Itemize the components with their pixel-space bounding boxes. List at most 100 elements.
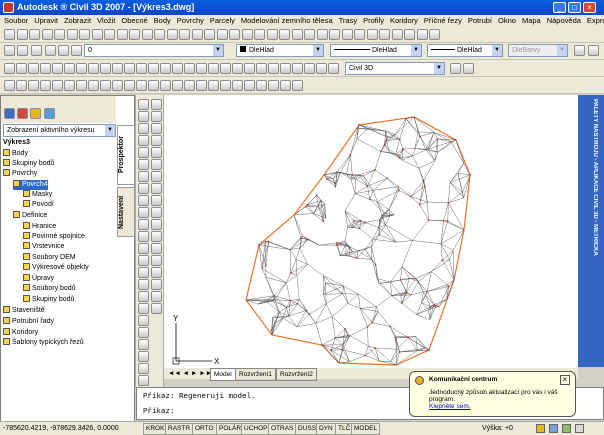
tree-item[interactable]: Výkres3: [3, 138, 30, 148]
tool-icon[interactable]: [138, 255, 149, 266]
tree-item[interactable]: Staveniště: [3, 306, 45, 316]
toolbar-icon[interactable]: [220, 63, 231, 74]
tool-icon[interactable]: [138, 339, 149, 350]
toolbar-icon[interactable]: [179, 29, 190, 40]
toolbar-icon[interactable]: [40, 80, 51, 91]
tree-item[interactable]: Povinné spojnice: [23, 232, 85, 242]
linetype-combo[interactable]: DleHlad ▼: [330, 44, 422, 57]
lineweight-combo[interactable]: DleHlad ▼: [427, 44, 503, 57]
toolbar-icon[interactable]: [4, 45, 15, 56]
tool-icon[interactable]: [138, 171, 149, 182]
menu-item[interactable]: Povrchy: [174, 15, 207, 27]
clean-screen-icon[interactable]: [575, 424, 584, 433]
tool-icon[interactable]: [151, 303, 162, 314]
tool-icon[interactable]: [138, 99, 149, 110]
toolbar-icon[interactable]: [112, 80, 123, 91]
toolbar-icon[interactable]: [28, 63, 39, 74]
tool-icon[interactable]: [138, 303, 149, 314]
menu-item[interactable]: Nápověda: [544, 15, 584, 27]
tree-item[interactable]: Potrubní řady: [3, 317, 54, 327]
toolbar-icon[interactable]: [208, 80, 219, 91]
toolbar-icon[interactable]: [292, 80, 303, 91]
toolbar-icon[interactable]: [192, 29, 203, 40]
toolbar-icon[interactable]: [160, 63, 171, 74]
menu-item[interactable]: Zobrazit: [61, 15, 94, 27]
tab-layout2[interactable]: Rozvržení2: [276, 368, 317, 381]
toolbar-icon[interactable]: [40, 63, 51, 74]
toolbar-icon[interactable]: [124, 63, 135, 74]
tab-nav-icon[interactable]: ◄◄ ◄ ► ►►: [168, 368, 212, 379]
toolbar-icon[interactable]: [100, 80, 111, 91]
toolbar-icon[interactable]: [117, 29, 128, 40]
toolbar-icon[interactable]: [52, 63, 63, 74]
tree-item[interactable]: Masky: [23, 190, 52, 200]
tool-icon[interactable]: [151, 171, 162, 182]
toolbar-icon[interactable]: [64, 63, 75, 74]
tool-icon[interactable]: [138, 279, 149, 290]
toolspace-icon[interactable]: [4, 108, 15, 119]
toolbar-icon[interactable]: [4, 29, 15, 40]
toolbar-icon[interactable]: [254, 29, 265, 40]
toolbar-icon[interactable]: [124, 80, 135, 91]
tool-icon[interactable]: [151, 111, 162, 122]
toolbar-icon[interactable]: [292, 29, 303, 40]
toolbar-icon[interactable]: [280, 80, 291, 91]
tree-item[interactable]: Povrch4: [13, 180, 48, 190]
tool-icon[interactable]: [151, 99, 162, 110]
status-toggle-button[interactable]: POLÁR: [216, 423, 245, 435]
toolbar-icon[interactable]: [71, 45, 82, 56]
toolbar-icon[interactable]: [136, 63, 147, 74]
tree-item[interactable]: Soubory DEM: [23, 253, 76, 263]
status-toggle-button[interactable]: RASTR: [165, 423, 194, 435]
toolbar-icon[interactable]: [58, 45, 69, 56]
tool-icon[interactable]: [138, 195, 149, 206]
tool-icon[interactable]: [151, 243, 162, 254]
toolbar-icon[interactable]: [88, 63, 99, 74]
toolbar-icon[interactable]: [232, 63, 243, 74]
menu-item[interactable]: Mapa: [519, 15, 544, 27]
tool-icon[interactable]: [151, 123, 162, 134]
toolbar-icon[interactable]: [17, 29, 28, 40]
menu-item[interactable]: Příčné řezy: [421, 15, 465, 27]
tool-icon[interactable]: [151, 135, 162, 146]
toolbar-icon[interactable]: [196, 80, 207, 91]
status-toggle-button[interactable]: DYN: [316, 423, 336, 435]
tree-item[interactable]: Hranice: [23, 222, 56, 232]
toolbar-icon[interactable]: [29, 29, 40, 40]
toolbar-icon[interactable]: [267, 29, 278, 40]
status-toggle-button[interactable]: KROK: [143, 423, 168, 435]
tree-item[interactable]: Povodí: [23, 200, 54, 210]
menu-item[interactable]: Trasy: [336, 15, 360, 27]
tab-layout1[interactable]: Rozvržení1: [235, 368, 276, 381]
tree-item[interactable]: Vrstevnice: [23, 242, 64, 252]
tree-item[interactable]: Skupiny bodů: [23, 295, 74, 305]
toolbar-icon[interactable]: [204, 29, 215, 40]
toolbar-icon[interactable]: [45, 45, 56, 56]
menu-item[interactable]: Parcely: [207, 15, 238, 27]
tool-icon[interactable]: [151, 195, 162, 206]
toolbar-icon[interactable]: [16, 80, 27, 91]
tree-item[interactable]: Povrchy: [3, 169, 37, 179]
toolbar-icon[interactable]: [304, 29, 315, 40]
toolbar-icon[interactable]: [588, 45, 599, 56]
toolbar-icon[interactable]: [317, 29, 328, 40]
toolbar-icon[interactable]: [104, 29, 115, 40]
tool-icon[interactable]: [151, 183, 162, 194]
toolbar-icon[interactable]: [316, 63, 327, 74]
menu-item[interactable]: Obecné: [118, 15, 150, 27]
tray-settings-icon[interactable]: [562, 424, 571, 433]
toolbar-icon[interactable]: [136, 80, 147, 91]
tree-item[interactable]: Výkresové objekty: [23, 263, 89, 273]
toolbar-icon[interactable]: [184, 80, 195, 91]
toolbar-icon[interactable]: [129, 29, 140, 40]
toolbar-icon[interactable]: [167, 29, 178, 40]
tool-icon[interactable]: [138, 111, 149, 122]
tool-icon[interactable]: [151, 291, 162, 302]
menu-item[interactable]: Body: [151, 15, 174, 27]
toolbar-icon[interactable]: [217, 29, 228, 40]
survey-icon[interactable]: [30, 108, 41, 119]
close-balloon-icon[interactable]: ×: [560, 375, 570, 385]
toolbar-icon[interactable]: [142, 29, 153, 40]
tool-icon[interactable]: [138, 159, 149, 170]
tool-icon[interactable]: [151, 231, 162, 242]
